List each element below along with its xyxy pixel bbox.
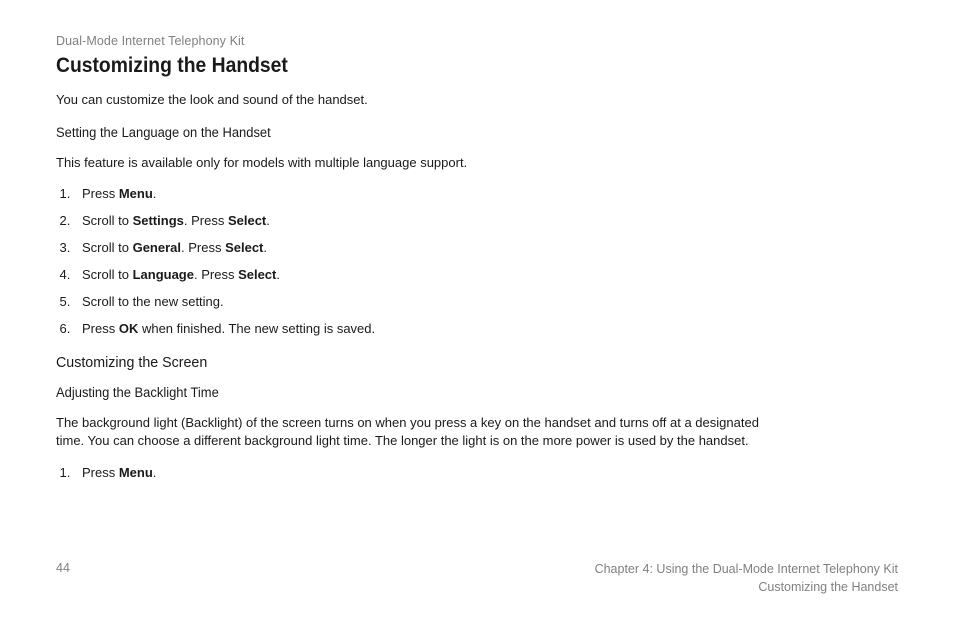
intro-text: You can customize the look and sound of … <box>56 92 898 107</box>
footer-section: Customizing the Handset <box>758 580 898 594</box>
section-backlight-heading: Adjusting the Backlight Time <box>56 385 864 400</box>
section-language-note: This feature is available only for model… <box>56 154 776 172</box>
page-title: Customizing the Handset <box>56 54 831 78</box>
language-steps: Press Menu. Scroll to Settings. Press Se… <box>56 186 898 336</box>
page-footer: 44 Chapter 4: Using the Dual-Mode Intern… <box>56 561 898 596</box>
list-item: Press Menu. <box>74 465 898 480</box>
list-item: Scroll to Language. Press Select. <box>74 267 898 282</box>
page-number: 44 <box>56 561 70 575</box>
list-item: Press OK when finished. The new setting … <box>74 321 898 336</box>
list-item: Scroll to General. Press Select. <box>74 240 898 255</box>
footer-right: Chapter 4: Using the Dual-Mode Internet … <box>595 561 898 596</box>
list-item: Scroll to the new setting. <box>74 294 898 309</box>
backlight-paragraph: The background light (Backlight) of the … <box>56 414 776 450</box>
list-item: Scroll to Settings. Press Select. <box>74 213 898 228</box>
list-item: Press Menu. <box>74 186 898 201</box>
section-screen-heading: Customizing the Screen <box>56 354 856 371</box>
backlight-steps: Press Menu. <box>56 465 898 480</box>
page: Dual-Mode Internet Telephony Kit Customi… <box>0 0 954 618</box>
section-language-heading: Setting the Language on the Handset <box>56 125 864 140</box>
product-header: Dual-Mode Internet Telephony Kit <box>56 34 898 48</box>
footer-chapter: Chapter 4: Using the Dual-Mode Internet … <box>595 562 898 576</box>
